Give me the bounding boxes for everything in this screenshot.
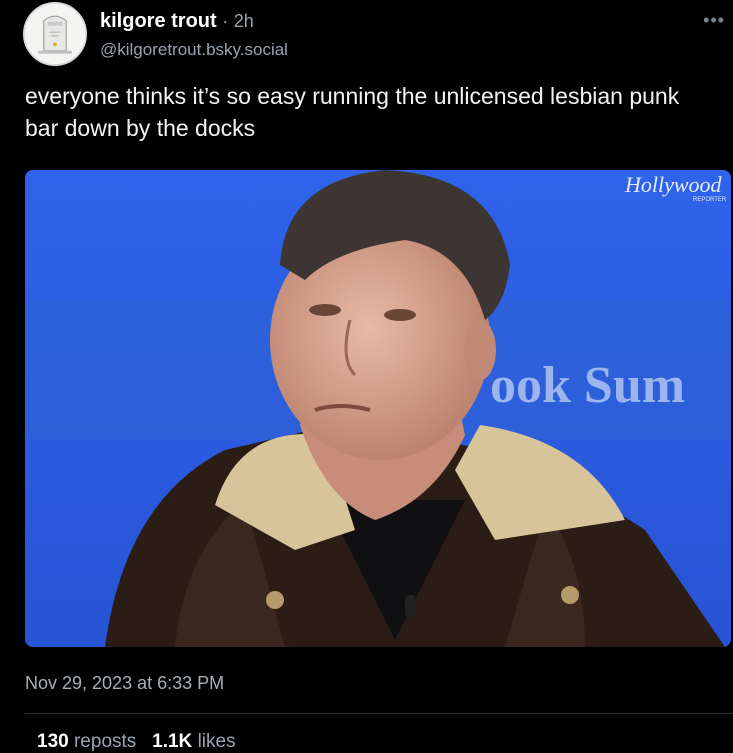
more-horizontal-icon[interactable]: •••	[703, 10, 725, 31]
reposts-count[interactable]: 130	[37, 731, 69, 752]
display-name[interactable]: kilgore trout	[100, 10, 217, 32]
post-text: everyone thinks it’s so easy running the…	[25, 83, 680, 141]
time-ago[interactable]: 2h	[234, 11, 254, 31]
handle[interactable]: @kilgoretrout.bsky.social	[100, 40, 288, 60]
watermark: Hollywood	[624, 172, 723, 197]
likes-count[interactable]: 1.1K	[152, 731, 192, 752]
avatar[interactable]	[23, 2, 87, 66]
post-timestamp: Nov 29, 2023 at 6:33 PM	[25, 673, 225, 693]
likes-label[interactable]: likes	[198, 731, 236, 752]
reposts-label[interactable]: reposts	[74, 731, 136, 752]
time-separator: ·	[222, 11, 229, 31]
background-sign-text: ook Sum	[490, 357, 685, 414]
divider	[25, 713, 733, 714]
post-image[interactable]: ook Sum Hollywood REPORTER	[25, 170, 731, 647]
watermark-sub: REPORTER	[693, 197, 727, 203]
author-line: kilgore trout · 2h	[100, 10, 254, 33]
